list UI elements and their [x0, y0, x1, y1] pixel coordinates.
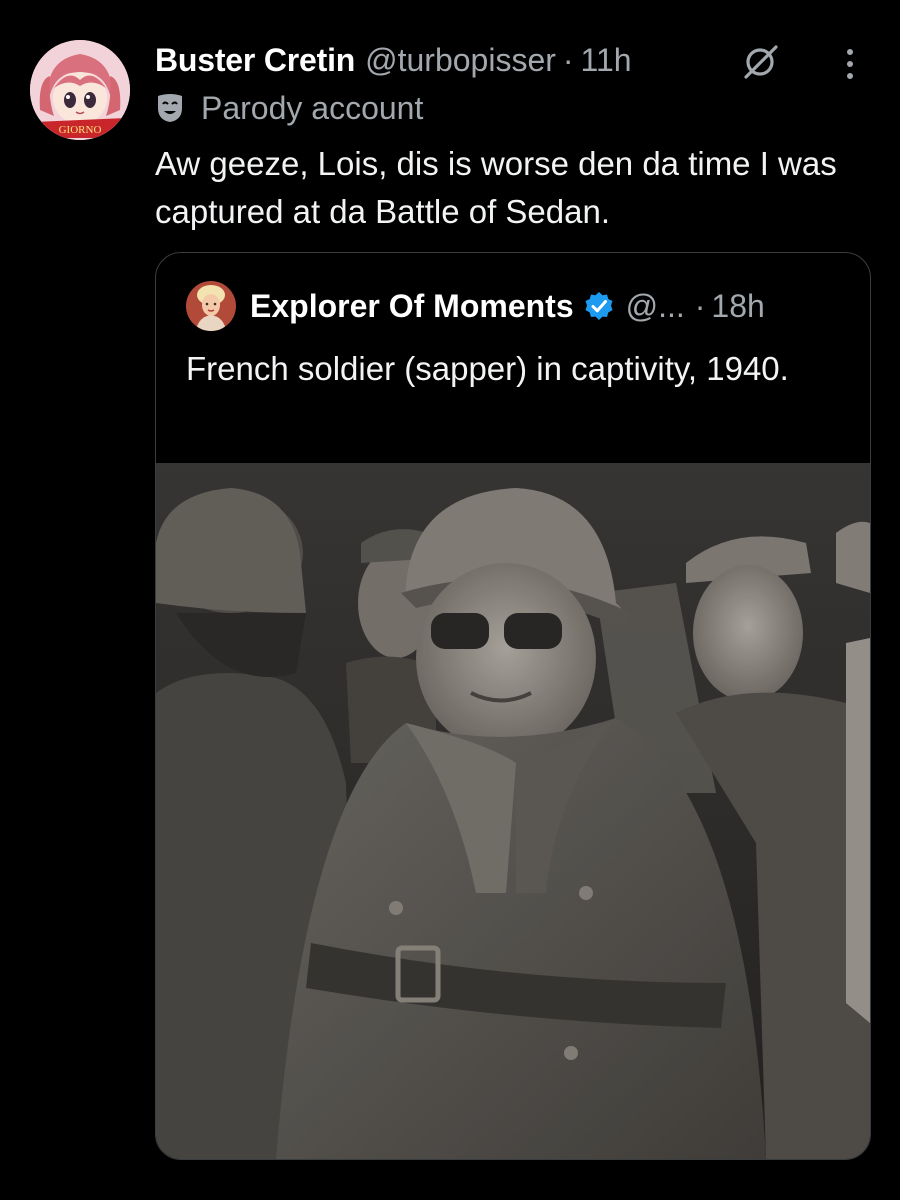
- parody-text: Parody account: [201, 89, 424, 126]
- quoted-author-handle[interactable]: @...: [626, 288, 685, 325]
- quoted-tweet-header: Explorer Of Moments @... · 18h: [186, 281, 765, 331]
- quoted-tweet-card[interactable]: Explorer Of Moments @... · 18h French so…: [155, 252, 871, 1160]
- quoted-tweet-photo[interactable]: [156, 463, 870, 1159]
- quoted-author-avatar[interactable]: [186, 281, 236, 331]
- tweet-text: Aw geeze, Lois, dis is worse den da time…: [155, 145, 837, 230]
- more-vertical-icon[interactable]: [840, 44, 860, 84]
- avatar-logo-text: GIORNO: [59, 124, 102, 136]
- author-avatar[interactable]: GIORNO: [30, 40, 130, 140]
- author-handle[interactable]: @turbopisser: [365, 42, 556, 79]
- quoted-separator-dot: ·: [694, 287, 706, 324]
- separator-dot: ·: [562, 41, 574, 78]
- verified-badge-icon: [585, 292, 613, 320]
- quoted-tweet-text: French soldier (sapper) in captivity, 19…: [186, 350, 789, 387]
- tweet-header: Buster Cretin @turbopisser · 11h: [155, 38, 632, 82]
- parody-label: Parody account: [155, 86, 423, 130]
- author-name[interactable]: Buster Cretin: [155, 42, 355, 79]
- theater-mask-icon: [158, 94, 182, 122]
- quoted-author-name[interactable]: Explorer Of Moments: [250, 288, 574, 325]
- tweet-time[interactable]: 11h: [581, 42, 632, 79]
- quoted-tweet-time[interactable]: 18h: [711, 288, 764, 325]
- grok-icon[interactable]: [740, 44, 782, 80]
